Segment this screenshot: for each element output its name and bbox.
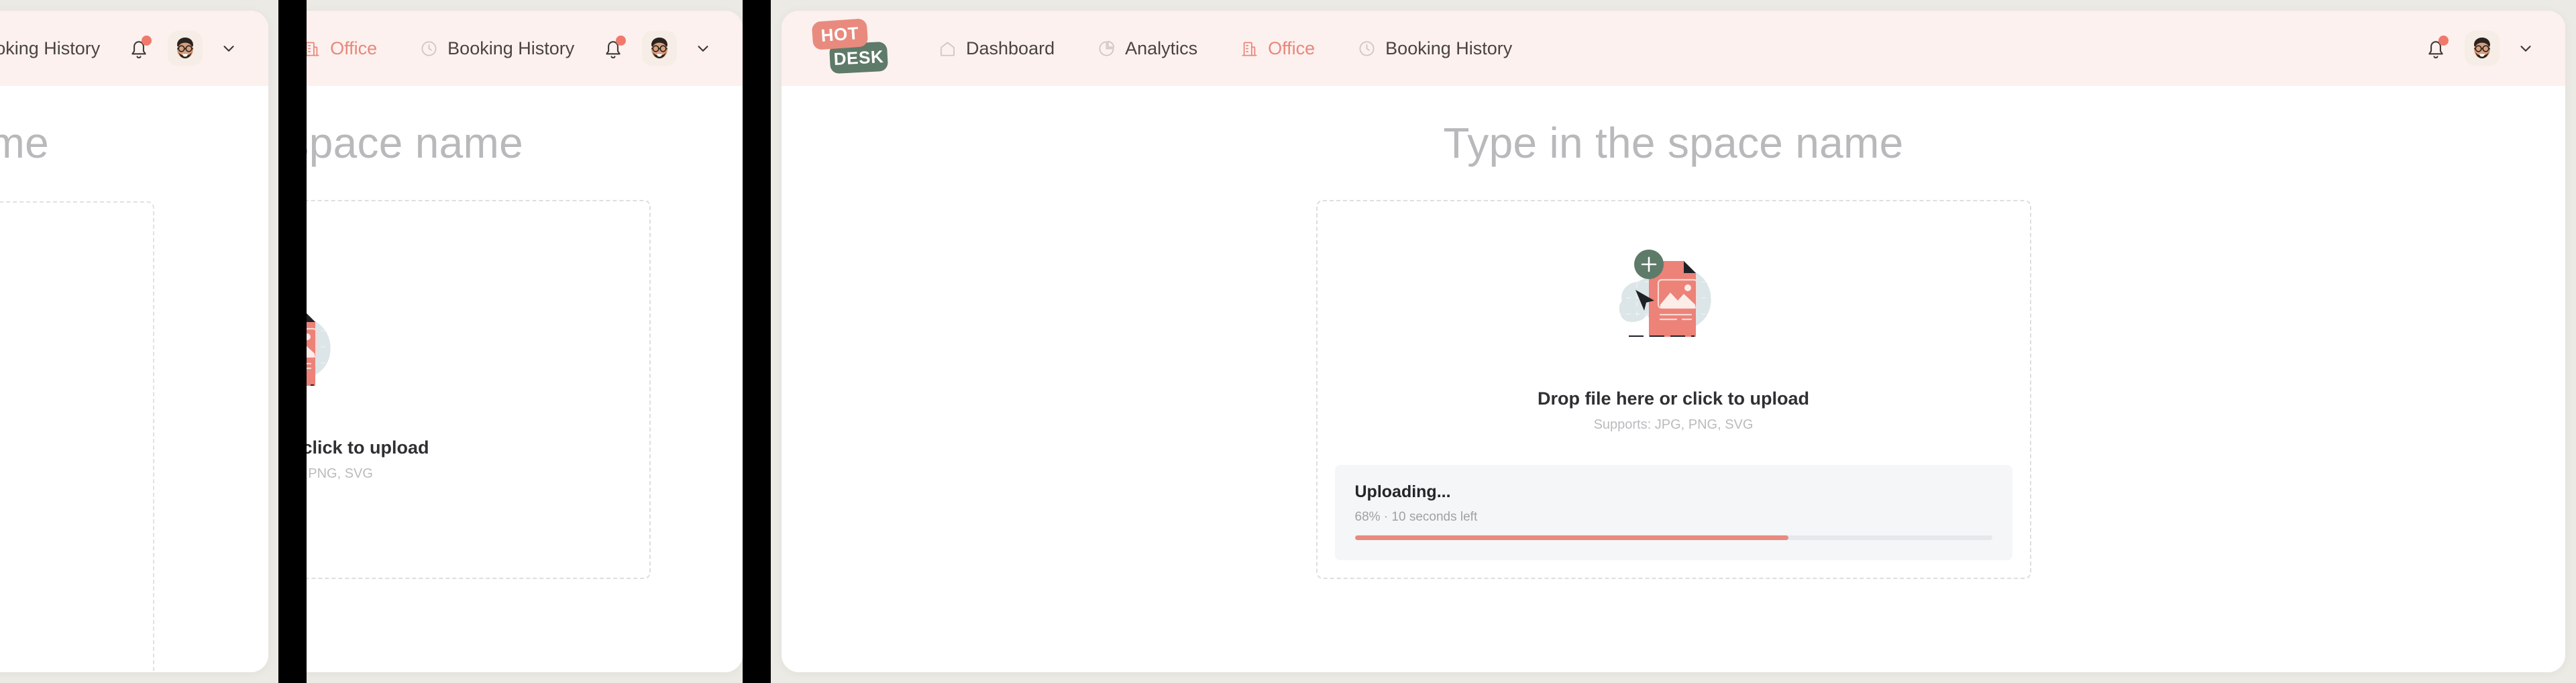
screen-left: HOT DESK Dashboard bbox=[0, 0, 278, 683]
dropzone-subtitle-middle: Supports: JPG, PNG, SVG bbox=[307, 466, 373, 482]
notification-badge-dot bbox=[2438, 36, 2449, 46]
app-window-right: HOT DESK Dashboard bbox=[782, 11, 2565, 672]
space-name-input-left[interactable]: Type in the space name bbox=[0, 86, 268, 168]
clock-icon bbox=[420, 40, 438, 58]
clock-icon bbox=[1358, 40, 1376, 58]
home-icon bbox=[938, 40, 957, 58]
building-icon bbox=[307, 40, 321, 58]
dropzone-title-middle: Drop file here or click to upload bbox=[307, 437, 429, 458]
avatar[interactable] bbox=[2465, 31, 2500, 66]
notification-badge-dot bbox=[142, 36, 152, 46]
topbar-actions-right bbox=[2424, 31, 2534, 66]
top-navigation-bar-left: HOT DESK Dashboard bbox=[0, 11, 268, 86]
upload-progress-bar bbox=[1355, 535, 1992, 540]
notification-badge-dot bbox=[616, 36, 626, 46]
notifications-button[interactable] bbox=[127, 36, 150, 60]
nav-item-office[interactable]: Office bbox=[307, 38, 377, 59]
nav-item-dashboard[interactable]: Dashboard bbox=[938, 38, 1055, 59]
building-icon bbox=[1240, 40, 1258, 58]
file-upload-illustration bbox=[1597, 248, 1751, 366]
upload-progress-fill bbox=[1355, 535, 1788, 540]
nav-label-analytics: Analytics bbox=[1125, 38, 1197, 59]
space-editor-body-right: Type in the space name bbox=[782, 86, 2565, 672]
nav-item-office[interactable]: Office bbox=[1240, 38, 1315, 59]
space-editor-body-middle: Type in the space name bbox=[307, 86, 743, 672]
dropzone-title-right: Drop file here or click to upload bbox=[1538, 388, 1809, 409]
nav-items-middle: Dashboard Analytics bbox=[307, 38, 602, 59]
nav-items-right: Dashboard Analytics bbox=[938, 38, 2424, 59]
chevron-down-icon[interactable] bbox=[220, 40, 237, 57]
upload-progress-meta: 68% · 10 seconds left bbox=[1355, 510, 1992, 525]
top-navigation-bar-middle: HOT DESK Dashboard bbox=[307, 11, 743, 86]
space-name-input-right[interactable]: Type in the space name bbox=[782, 86, 2565, 168]
screenshot-stage: HOT DESK Dashboard bbox=[0, 0, 2576, 683]
panel-gap-2 bbox=[743, 0, 771, 683]
nav-label-office: Office bbox=[1268, 38, 1315, 59]
dropzone-subtitle-right: Supports: JPG, PNG, SVG bbox=[1594, 417, 1754, 433]
panel-gap-1 bbox=[278, 0, 307, 683]
space-name-input-middle[interactable]: Type in the space name bbox=[307, 86, 743, 168]
file-upload-illustration bbox=[307, 297, 370, 415]
nav-item-booking-history[interactable]: Booking History bbox=[1358, 38, 1512, 59]
nav-label-booking-history: Booking History bbox=[0, 38, 100, 59]
logo-hot-chip: HOT bbox=[812, 18, 869, 50]
pie-chart-icon bbox=[1097, 40, 1116, 58]
chevron-down-icon[interactable] bbox=[2517, 40, 2534, 57]
topbar-actions-left bbox=[127, 31, 237, 66]
notifications-button[interactable] bbox=[2424, 36, 2447, 60]
nav-label-office: Office bbox=[330, 38, 377, 59]
upload-status-title: Uploading... bbox=[1355, 482, 1992, 502]
screen-right: HOT DESK Dashboard bbox=[771, 0, 2576, 683]
app-window-left: HOT DESK Dashboard bbox=[0, 11, 268, 672]
chevron-down-icon[interactable] bbox=[694, 40, 712, 57]
nav-label-booking-history: Booking History bbox=[1385, 38, 1512, 59]
file-dropzone-right[interactable]: Drop file here or click to upload Suppor… bbox=[1316, 200, 2031, 579]
hotdesk-logo[interactable]: HOT DESK bbox=[812, 17, 892, 79]
nav-item-analytics[interactable]: Analytics bbox=[1097, 38, 1197, 59]
space-editor-body-left: Type in the space name bbox=[0, 86, 268, 672]
app-window-middle: HOT DESK Dashboard bbox=[307, 11, 743, 672]
avatar[interactable] bbox=[642, 31, 677, 66]
nav-label-dashboard: Dashboard bbox=[966, 38, 1055, 59]
nav-label-booking-history: Booking History bbox=[447, 38, 574, 59]
screen-middle: HOT DESK Dashboard bbox=[307, 0, 743, 683]
nav-item-booking-history[interactable]: Booking History bbox=[420, 38, 574, 59]
notifications-button[interactable] bbox=[602, 36, 625, 60]
top-navigation-bar-right: HOT DESK Dashboard bbox=[782, 11, 2565, 86]
upload-progress-card: Uploading... 68% · 10 seconds left bbox=[1335, 465, 2012, 560]
nav-items-left: Dashboard Analytics bbox=[0, 38, 127, 59]
avatar[interactable] bbox=[168, 31, 203, 66]
file-dropzone-middle[interactable]: Drop file here or click to upload Suppor… bbox=[307, 200, 651, 579]
topbar-actions-middle bbox=[602, 31, 712, 66]
empty-spaces-card[interactable]: You don't have any spaces created yet. C… bbox=[0, 201, 154, 672]
nav-item-booking-history[interactable]: Booking History bbox=[0, 38, 100, 59]
